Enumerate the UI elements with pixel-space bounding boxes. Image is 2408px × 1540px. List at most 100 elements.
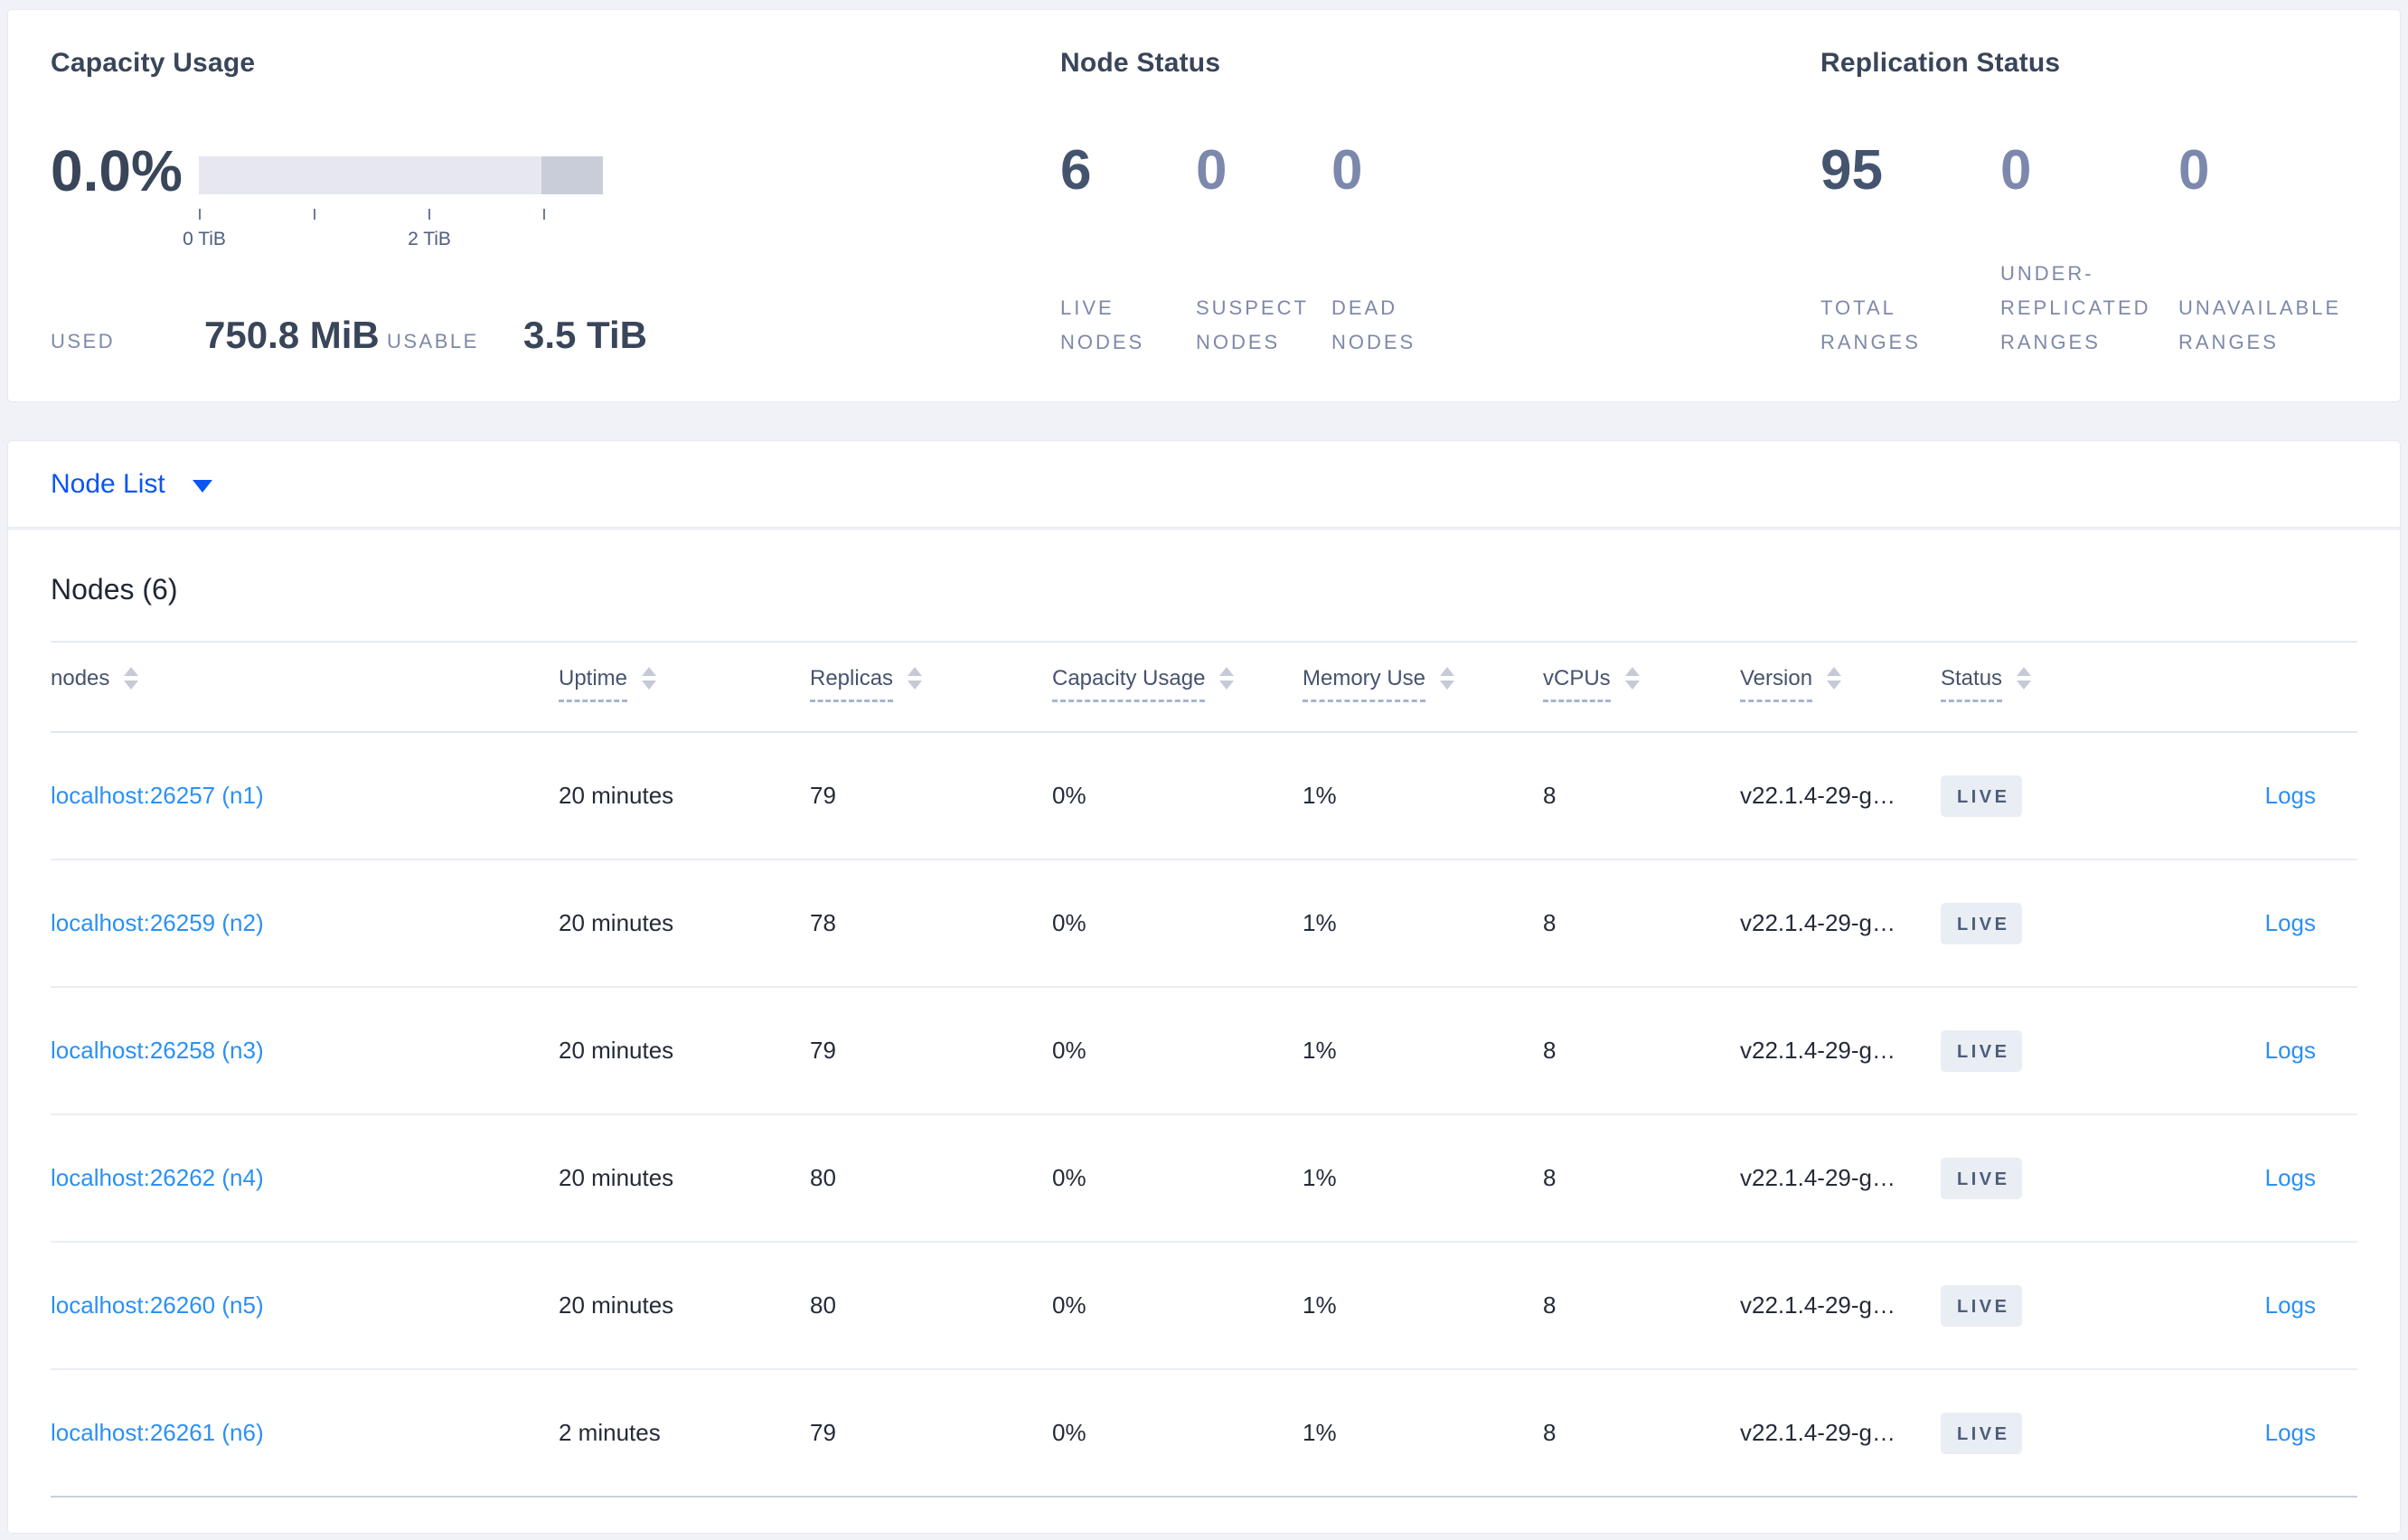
sort-icon bbox=[124, 666, 139, 690]
total-ranges-label: TOTAL RANGES bbox=[1820, 296, 1921, 353]
table-row: localhost:26260 (n5) 20 minutes 80 0% 1%… bbox=[51, 1243, 2357, 1370]
total-ranges-metric: 95 TOTAL RANGES bbox=[1820, 142, 1974, 360]
sort-icon bbox=[1827, 666, 1842, 690]
total-ranges-value: 95 bbox=[1820, 139, 1883, 202]
logs-link[interactable]: Logs bbox=[2265, 782, 2316, 809]
column-header-label: Version bbox=[1740, 666, 1813, 702]
node-link[interactable]: localhost:26261 (n6) bbox=[51, 1419, 264, 1446]
version-cell: v22.1.4-29-g… bbox=[1740, 1419, 1895, 1446]
capacity-gauge-bar-end-segment bbox=[541, 156, 603, 194]
capacity-cell: 0% bbox=[1052, 1291, 1086, 1319]
used-value: 750.8 MiB bbox=[204, 314, 380, 356]
logs-link[interactable]: Logs bbox=[2265, 1419, 2316, 1446]
suspect-nodes-value: 0 bbox=[1196, 139, 1228, 202]
node-list-dropdown-label: Node List bbox=[51, 468, 165, 499]
usable-label: USABLE bbox=[387, 330, 479, 352]
node-link[interactable]: localhost:26258 (n3) bbox=[51, 1037, 264, 1064]
table-row: localhost:26262 (n4) 20 minutes 80 0% 1%… bbox=[51, 1115, 2357, 1243]
axis-tick bbox=[428, 209, 430, 220]
memory-cell: 1% bbox=[1303, 909, 1337, 936]
column-header-label: Uptime bbox=[559, 666, 628, 702]
vcpus-cell: 8 bbox=[1543, 782, 1557, 809]
sort-icon bbox=[2017, 666, 2032, 690]
column-header-label: nodes bbox=[51, 666, 110, 690]
column-header-memory-use[interactable]: Memory Use bbox=[1303, 666, 1543, 702]
dead-nodes-metric: 0 DEAD NODES bbox=[1331, 142, 1453, 360]
table-row: localhost:26257 (n1) 20 minutes 79 0% 1%… bbox=[51, 733, 2357, 860]
memory-cell: 1% bbox=[1303, 782, 1337, 809]
version-cell: v22.1.4-29-g… bbox=[1740, 782, 1895, 809]
status-badge: LIVE bbox=[1941, 775, 2023, 817]
replicas-cell: 80 bbox=[810, 1291, 836, 1319]
capacity-used-percent: 0.0% bbox=[51, 138, 183, 203]
unavailable-ranges-label: UNAVAILABLE RANGES bbox=[2178, 296, 2342, 353]
live-nodes-label: LIVE NODES bbox=[1060, 296, 1145, 353]
node-link[interactable]: localhost:26257 (n1) bbox=[51, 782, 264, 809]
memory-cell: 1% bbox=[1303, 1037, 1337, 1064]
sort-icon bbox=[908, 666, 923, 690]
status-badge: LIVE bbox=[1941, 1284, 2023, 1327]
table-row: localhost:26258 (n3) 20 minutes 79 0% 1%… bbox=[51, 988, 2357, 1115]
vcpus-cell: 8 bbox=[1543, 1037, 1557, 1064]
column-header-uptime[interactable]: Uptime bbox=[559, 666, 810, 702]
logs-link[interactable]: Logs bbox=[2265, 1291, 2316, 1319]
replicas-cell: 79 bbox=[810, 1037, 836, 1064]
status-badge: LIVE bbox=[1941, 1157, 2023, 1199]
capacity-usage-title: Capacity Usage bbox=[51, 48, 256, 78]
under-replicated-ranges-label: UNDER-REPLICATED RANGES bbox=[2000, 262, 2151, 353]
node-link[interactable]: localhost:26262 (n4) bbox=[51, 1164, 264, 1191]
uptime-cell: 20 minutes bbox=[559, 1164, 674, 1191]
column-header-vcpus[interactable]: vCPUs bbox=[1543, 666, 1740, 702]
node-status-title: Node Status bbox=[1060, 48, 1221, 78]
sort-icon bbox=[642, 666, 657, 690]
memory-cell: 1% bbox=[1303, 1419, 1337, 1446]
uptime-cell: 20 minutes bbox=[559, 909, 674, 936]
vcpus-cell: 8 bbox=[1543, 909, 1557, 936]
replicas-cell: 79 bbox=[810, 782, 836, 809]
table-row: localhost:26259 (n2) 20 minutes 78 0% 1%… bbox=[51, 860, 2357, 988]
axis-tick-label: 0 TiB bbox=[183, 229, 226, 249]
version-cell: v22.1.4-29-g… bbox=[1740, 1164, 1895, 1191]
replication-status-title: Replication Status bbox=[1820, 48, 2061, 78]
capacity-cell: 0% bbox=[1052, 1164, 1086, 1191]
node-list-dropdown[interactable]: Node List bbox=[51, 469, 212, 500]
column-header-label: Status bbox=[1941, 666, 2003, 702]
column-header-replicas[interactable]: Replicas bbox=[810, 666, 1052, 702]
vcpus-cell: 8 bbox=[1543, 1164, 1557, 1191]
logs-link[interactable]: Logs bbox=[2265, 1037, 2316, 1064]
replicas-cell: 78 bbox=[810, 909, 836, 936]
node-link[interactable]: localhost:26260 (n5) bbox=[51, 1291, 264, 1319]
status-badge: LIVE bbox=[1941, 1029, 2023, 1072]
sort-icon bbox=[1624, 666, 1640, 690]
logs-link[interactable]: Logs bbox=[2265, 909, 2316, 936]
table-row: localhost:26261 (n6) 2 minutes 79 0% 1% … bbox=[51, 1370, 2357, 1498]
axis-tick bbox=[199, 209, 201, 220]
memory-cell: 1% bbox=[1303, 1164, 1337, 1191]
node-link[interactable]: localhost:26259 (n2) bbox=[51, 909, 264, 936]
version-cell: v22.1.4-29-g… bbox=[1740, 909, 1895, 936]
sort-icon bbox=[1440, 666, 1455, 690]
column-header-label: vCPUs bbox=[1543, 666, 1611, 702]
nodes-heading: Nodes (6) bbox=[51, 573, 178, 606]
column-header-label: Replicas bbox=[810, 666, 894, 702]
memory-cell: 1% bbox=[1303, 1291, 1337, 1319]
logs-link[interactable]: Logs bbox=[2265, 1164, 2316, 1191]
cluster-summary-card: Capacity Usage 0.0% 0 TiB 2 TiB USED 750… bbox=[7, 9, 2401, 402]
column-header-nodes[interactable]: nodes bbox=[51, 666, 559, 702]
axis-tick bbox=[314, 209, 315, 220]
uptime-cell: 20 minutes bbox=[559, 782, 674, 809]
column-header-version[interactable]: Version bbox=[1740, 666, 1941, 702]
node-list-bar: Node List bbox=[7, 440, 2401, 528]
under-replicated-ranges-metric: 0 UNDER-REPLICATED RANGES bbox=[2000, 142, 2178, 360]
used-label: USED bbox=[51, 330, 116, 352]
sort-icon bbox=[1219, 666, 1235, 690]
suspect-nodes-label: SUSPECT NODES bbox=[1196, 296, 1309, 353]
column-header-capacity-usage[interactable]: Capacity Usage bbox=[1052, 666, 1303, 702]
vcpus-cell: 8 bbox=[1543, 1291, 1557, 1319]
uptime-cell: 2 minutes bbox=[559, 1419, 661, 1446]
capacity-cell: 0% bbox=[1052, 1037, 1086, 1064]
column-header-status[interactable]: Status bbox=[1941, 666, 2167, 702]
status-badge: LIVE bbox=[1941, 902, 2023, 944]
chevron-down-icon bbox=[192, 480, 212, 493]
axis-tick-label: 2 TiB bbox=[408, 229, 451, 249]
